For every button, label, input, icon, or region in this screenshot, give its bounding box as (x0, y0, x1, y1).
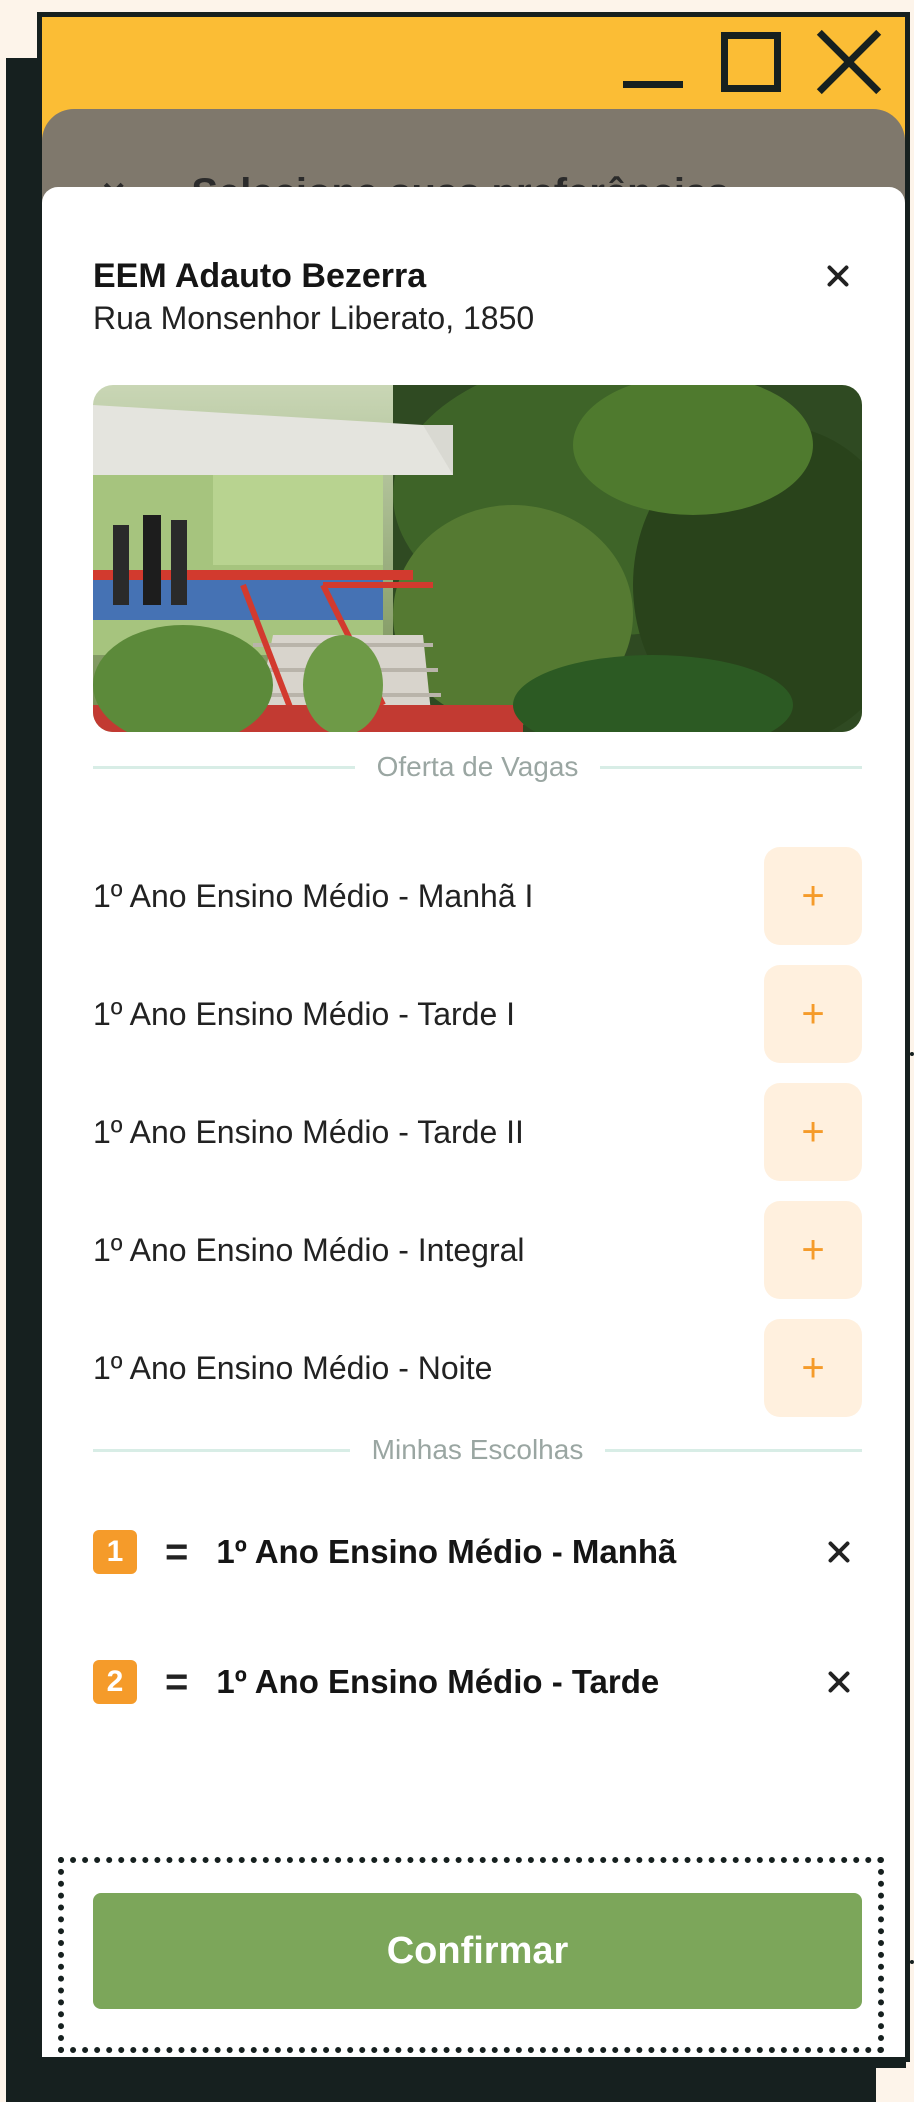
offers-title: Oferta de Vagas (376, 751, 579, 782)
choices-title: Minhas Escolhas (371, 1434, 584, 1465)
plus-icon: + (801, 873, 825, 918)
offer-row: 1º Ano Ensino Médio - Noite + (93, 1319, 862, 1417)
choice-number-badge: 2 (93, 1660, 137, 1704)
offers-divider: Oferta de Vagas (93, 747, 863, 787)
app-window: ×Selecione suas preferências EEM Adauto … (37, 12, 910, 2062)
choice-label: 1º Ano Ensino Médio - Tarde (216, 1663, 660, 1700)
choice-separator: = (165, 1659, 189, 1704)
offer-row: 1º Ano Ensino Médio - Tarde II + (93, 1083, 862, 1181)
choice-row: 1 = 1º Ano Ensino Médio - Manhã (93, 1527, 862, 1577)
close-icon[interactable] (816, 1529, 862, 1575)
offer-label: 1º Ano Ensino Médio - Noite (93, 1349, 493, 1386)
close-icon[interactable] (815, 253, 861, 299)
choice-row: 2 = 1º Ano Ensino Médio - Tarde (93, 1657, 862, 1707)
choice-label: 1º Ano Ensino Médio - Manhã (216, 1533, 677, 1570)
school-name: EEM Adauto Bezerra (93, 257, 427, 295)
add-offer-button[interactable]: + (764, 847, 862, 945)
minimize-icon[interactable] (621, 30, 685, 94)
plus-icon: + (801, 1345, 825, 1390)
choice-number-badge: 1 (93, 1530, 137, 1574)
offer-label: 1º Ano Ensino Médio - Tarde II (93, 1113, 524, 1150)
background-corner (876, 2068, 914, 2102)
offer-label: 1º Ano Ensino Médio - Tarde I (93, 995, 516, 1032)
confirm-button[interactable]: Confirmar (93, 1893, 862, 2009)
plus-icon: + (801, 991, 825, 1036)
maximize-icon[interactable] (719, 30, 783, 94)
school-details-sheet: EEM Adauto Bezerra Rua Monsenhor Liberat… (42, 187, 905, 2057)
add-offer-button[interactable]: + (764, 1083, 862, 1181)
offer-label: 1º Ano Ensino Médio - Integral (93, 1231, 525, 1268)
school-address: Rua Monsenhor Liberato, 1850 (93, 300, 535, 336)
add-offer-button[interactable]: + (764, 965, 862, 1063)
choice-separator: = (165, 1529, 189, 1574)
offer-label: 1º Ano Ensino Médio - Manhã I (93, 877, 534, 914)
offer-row: 1º Ano Ensino Médio - Integral + (93, 1201, 862, 1299)
window-titlebar (585, 17, 905, 107)
close-icon[interactable] (817, 30, 881, 94)
choices-divider: Minhas Escolhas (93, 1430, 862, 1470)
plus-icon: + (801, 1109, 825, 1154)
offer-row: 1º Ano Ensino Médio - Tarde I + (93, 965, 862, 1063)
close-icon[interactable] (816, 1659, 862, 1705)
plus-icon: + (801, 1227, 825, 1272)
offer-row: 1º Ano Ensino Médio - Manhã I + (93, 847, 862, 945)
school-photo (93, 385, 862, 732)
add-offer-button[interactable]: + (764, 1201, 862, 1299)
add-offer-button[interactable]: + (764, 1319, 862, 1417)
